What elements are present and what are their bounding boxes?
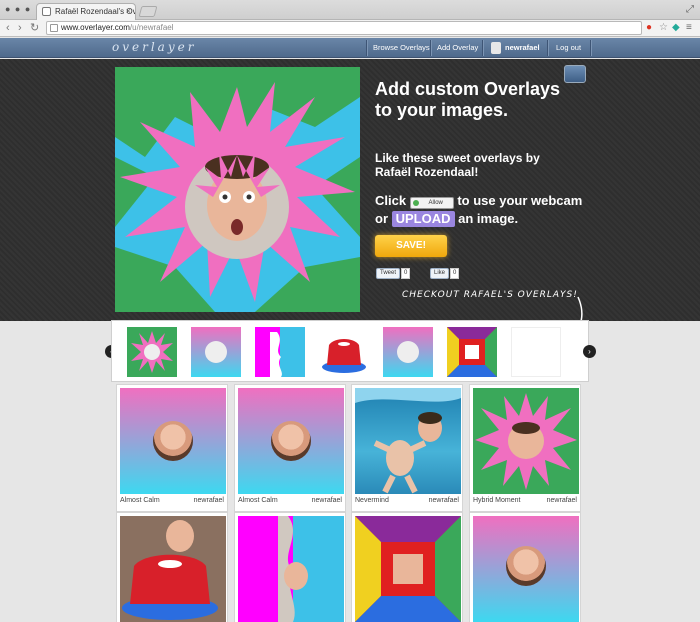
hero-subline: Like these sweet overlays by Rafaël Roze… (375, 151, 540, 179)
carousel-thumb[interactable] (383, 327, 433, 377)
hero-section: Add custom Overlays to your images. Like… (0, 59, 700, 346)
jelly-cake-thumb (122, 520, 218, 620)
carousel-thumb[interactable] (191, 327, 241, 377)
save-button[interactable]: SAVE! (375, 235, 447, 257)
fullscreen-icon[interactable]: ⤢ (686, 4, 694, 15)
overlay-title[interactable]: Nevermind (355, 497, 389, 504)
swimming-baby-image (355, 388, 461, 494)
user-avatar-icon[interactable] (491, 42, 501, 54)
tweet-button[interactable]: Tweet (376, 268, 401, 279)
overlay-thumbnail[interactable] (238, 388, 344, 494)
overlay-user[interactable]: newrafael (312, 494, 342, 508)
nav-divider (547, 40, 548, 56)
site-logo[interactable]: overlayer (112, 40, 196, 54)
site-nav: overlayer Browse Overlays Add Overlay ne… (0, 38, 700, 58)
browser-tab-bar: ● ● ● Rafaël Rozendaal's Overlays × ⤢ (0, 0, 700, 20)
nav-divider (430, 40, 431, 56)
window-controls[interactable]: ● ● ● (5, 4, 31, 14)
browser-tab[interactable]: Rafaël Rozendaal's Overlays × (36, 3, 136, 20)
nav-divider (482, 40, 483, 56)
nav-browse-overlays[interactable]: Browse Overlays (373, 38, 430, 58)
overlay-thumbnail[interactable] (355, 388, 461, 494)
favicon-icon (42, 7, 51, 16)
nav-divider (366, 40, 367, 56)
overlay-card[interactable] (469, 512, 581, 622)
overlay-card[interactable]: Nevermind newrafael (351, 384, 463, 512)
browser-toolbar: ‹ › ↻ www.overlayer.com/u/newrafael ● ☆ … (0, 20, 700, 37)
overlay-title[interactable]: Almost Calm (238, 497, 278, 504)
overlay-thumbnail[interactable] (120, 516, 226, 622)
overlay-title[interactable]: Almost Calm (120, 497, 160, 504)
forward-button[interactable]: › (18, 21, 22, 35)
extension-icon[interactable]: ◆ (672, 22, 680, 34)
overlay-meta: Nevermind newrafael (355, 494, 459, 508)
overlay-carousel (111, 320, 589, 382)
carousel-thumb[interactable] (447, 327, 497, 377)
overlay-thumbnail[interactable] (473, 388, 579, 494)
overlay-meta: Hybrid Moment newrafael (473, 494, 577, 508)
url-host: www.overlayer.com (61, 23, 130, 32)
hero-overlay-preview[interactable] (115, 67, 360, 312)
address-bar[interactable]: www.overlayer.com/u/newrafael (46, 21, 642, 35)
carousel-thumb[interactable] (319, 327, 369, 377)
overlay-meta: Almost Calm newrafael (120, 494, 224, 508)
page-icon (50, 24, 58, 32)
face-circle (271, 421, 311, 461)
hero-instructions: Click Allow to use your webcam or UPLOAD… (375, 192, 585, 228)
nav-divider (590, 40, 591, 56)
pink-burst-thumb (475, 393, 577, 490)
like-button[interactable]: Like (430, 268, 450, 279)
tab-close-icon[interactable]: × (126, 6, 131, 16)
overlay-title[interactable]: Hybrid Moment (473, 497, 520, 504)
overlay-card[interactable]: Almost Calm newrafael (234, 384, 346, 512)
allow-label: Allow (428, 200, 443, 206)
overlay-thumbnail[interactable] (355, 516, 461, 622)
overlay-card[interactable] (116, 512, 228, 622)
carousel-thumb[interactable] (511, 327, 561, 377)
reload-button[interactable]: ↻ (30, 21, 39, 35)
camera-icon (412, 200, 419, 206)
overlay-thumbnail[interactable] (120, 388, 226, 494)
overlay-card[interactable] (351, 512, 463, 622)
url-path: /u/newrafael (129, 23, 174, 32)
tweet-widget[interactable]: Tweet 0 (376, 268, 411, 279)
click-prefix: Click (375, 193, 407, 208)
new-tab-button[interactable] (138, 6, 158, 17)
like-count: 0 (450, 268, 460, 279)
pink-profile-thumb (278, 516, 344, 622)
overlay-meta: Almost Calm newrafael (238, 494, 342, 508)
upload-button[interactable]: UPLOAD (391, 211, 455, 227)
pink-burst-overlay-image (115, 67, 360, 312)
like-widget[interactable]: Like 0 (430, 268, 460, 279)
carousel-next-button[interactable]: › (583, 345, 596, 358)
overlay-user[interactable]: newrafael (547, 494, 577, 508)
webcam-allow-button[interactable]: Allow (409, 197, 454, 209)
carousel-thumb[interactable] (127, 327, 177, 377)
overlay-thumbnail[interactable] (238, 516, 344, 622)
back-button[interactable]: ‹ (6, 21, 10, 35)
nav-add-overlay[interactable]: Add Overlay (437, 38, 478, 58)
overlay-card[interactable] (234, 512, 346, 622)
hero-headline: Add custom Overlays to your images. (375, 79, 561, 120)
overlay-card[interactable]: Hybrid Moment newrafael (469, 384, 581, 512)
face-circle (506, 546, 546, 586)
nav-username[interactable]: newrafael (505, 38, 540, 58)
overlay-user[interactable]: newrafael (194, 494, 224, 508)
tweet-count: 0 (401, 268, 411, 279)
color-tunnel-thumb (355, 516, 461, 622)
click-suffix: an image. (458, 211, 519, 226)
bookmark-star-icon[interactable]: ☆ (659, 22, 668, 34)
overlay-thumbnail[interactable] (473, 516, 579, 622)
overlay-card[interactable]: Almost Calm newrafael (116, 384, 228, 512)
carousel-thumb[interactable] (255, 327, 305, 377)
overlay-user[interactable]: newrafael (429, 494, 459, 508)
face-circle (153, 421, 193, 461)
adblock-icon[interactable]: ● (646, 22, 652, 34)
menu-icon[interactable]: ≡ (686, 22, 692, 34)
tab-title: Rafaël Rozendaal's Overlays (55, 7, 136, 16)
nav-logout[interactable]: Log out (556, 38, 581, 58)
